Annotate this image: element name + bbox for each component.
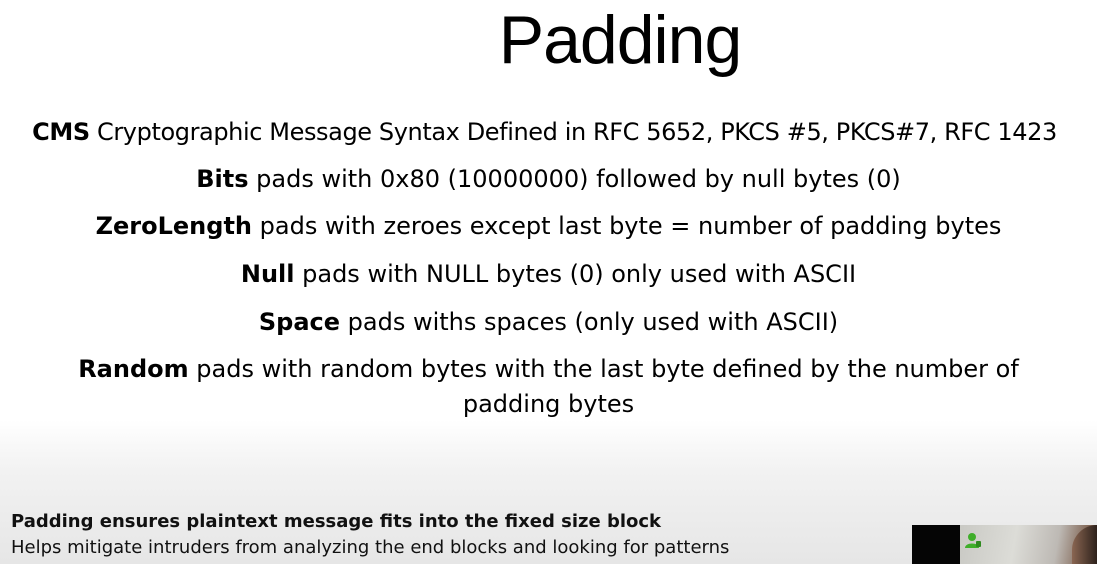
definition-term: Bits <box>196 165 249 193</box>
definition-null: Null pads with NULL bytes (0) only used … <box>0 257 1097 292</box>
definition-text: pads with NULL bytes (0) only used with … <box>294 260 857 288</box>
slide-title: Padding <box>498 2 743 78</box>
footer-line-secondary: Helps mitigate intruders from analyzing … <box>11 537 730 558</box>
footer-line-primary: Padding ensures plaintext message fits i… <box>11 511 662 532</box>
definition-term: CMS <box>32 118 90 146</box>
slide-footer-notes: Padding ensures plaintext message fits i… <box>11 509 891 561</box>
definition-text: pads with random bytes with the last byt… <box>188 355 1019 383</box>
definition-space: Space pads withs spaces (only used with … <box>0 305 1097 340</box>
webcam-thumbnail <box>912 525 1097 564</box>
definition-term: Null <box>240 260 295 288</box>
definition-text: pads with zeroes except last byte = numb… <box>252 212 1002 240</box>
definition-text-continued: padding bytes <box>462 390 635 418</box>
definition-text: pads withs spaces (only used with ASCII) <box>340 308 839 336</box>
definition-bits: Bits pads with 0x80 (10000000) followed … <box>0 162 1097 197</box>
definition-term: ZeroLength <box>95 212 253 240</box>
definition-random: Random pads with random bytes with the l… <box>0 352 1097 422</box>
definition-term: Space <box>258 308 341 336</box>
definition-text: Cryptographic Message Syntax Defined in … <box>89 118 1057 146</box>
definition-text: pads with 0x80 (10000000) followed by nu… <box>248 165 901 193</box>
definition-zerolength: ZeroLength pads with zeroes except last … <box>0 209 1097 244</box>
webcam-presenter-edge <box>1072 525 1097 564</box>
definition-cms: CMS Cryptographic Message Syntax Defined… <box>0 115 1093 150</box>
presentation-slide: Padding CMS Cryptographic Message Syntax… <box>0 0 1097 564</box>
user-speaking-icon <box>964 531 982 549</box>
definition-term: Random <box>78 355 189 383</box>
